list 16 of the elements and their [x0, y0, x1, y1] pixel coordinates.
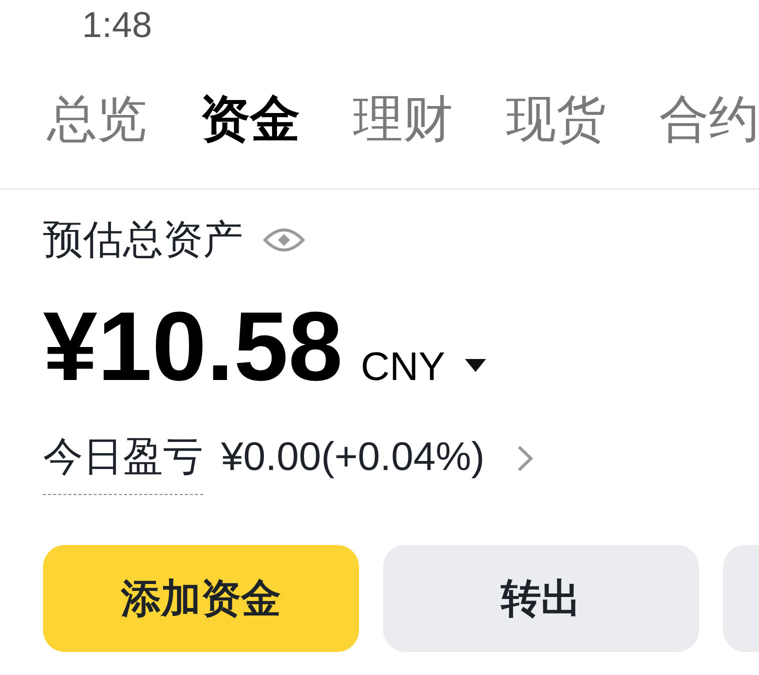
status-time: 1:48: [82, 7, 152, 43]
tab[interactable]: 合约: [659, 94, 759, 144]
currency-selector[interactable]: CNY: [360, 347, 486, 387]
balance-label: 预估总资产: [43, 220, 243, 260]
pnl-label[interactable]: 今日盈亏: [43, 437, 203, 495]
tab[interactable]: 资金: [200, 94, 300, 144]
action-button[interactable]: 添加资金: [43, 545, 359, 652]
pnl-value: ¥0.00(+0.04%): [221, 437, 485, 477]
eye-icon[interactable]: [263, 226, 305, 254]
balance-amount: ¥10.58: [43, 297, 343, 395]
tab[interactable]: 现货: [506, 94, 606, 144]
tab[interactable]: 理财: [353, 94, 453, 144]
chevron-right-icon[interactable]: [516, 445, 533, 472]
caret-icon: [465, 358, 486, 372]
tab[interactable]: 总览: [47, 94, 147, 144]
action-button[interactable]: 转出: [383, 545, 699, 652]
